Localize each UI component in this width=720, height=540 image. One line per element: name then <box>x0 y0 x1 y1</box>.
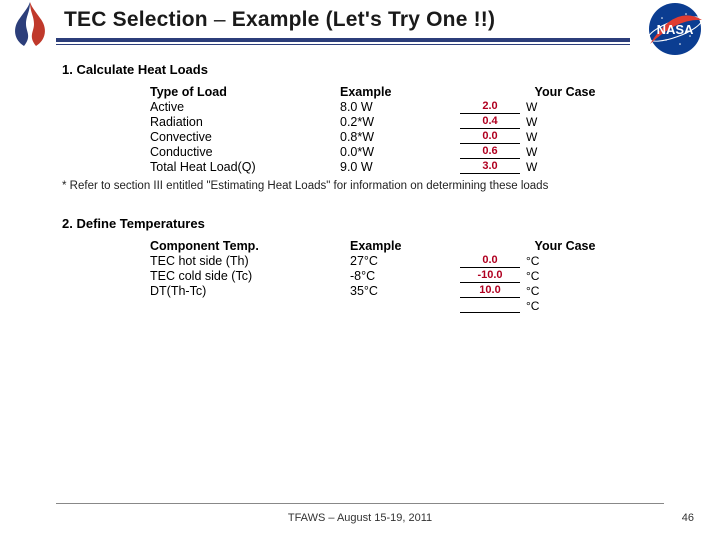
table-row: DT(Th-Tc) 35°C 10.0 °C <box>150 284 670 298</box>
unit-w: W <box>526 160 537 174</box>
load-label: Total Heat Load(Q) <box>150 160 340 174</box>
unit-w: W <box>526 145 537 159</box>
your-case-value[interactable]: 0.0 <box>460 130 520 144</box>
footnote: * Refer to section III entitled "Estimat… <box>62 180 720 192</box>
col-your-case: Your Case <box>460 85 670 99</box>
temp-label: TEC hot side (Th) <box>150 254 350 268</box>
page-number: 46 <box>682 512 694 524</box>
header-rule-thin <box>56 44 630 45</box>
unit-c: °C <box>526 299 539 313</box>
your-case-value[interactable] <box>460 299 520 313</box>
table-header: Component Temp. Example Your Case <box>150 239 670 253</box>
load-label: Active <box>150 100 340 114</box>
table-row: °C <box>150 299 670 313</box>
header: TEC Selection – Example (Let's Try One !… <box>0 0 720 48</box>
col-type: Type of Load <box>150 85 340 99</box>
load-example: 0.0*W <box>340 145 460 159</box>
table-header: Type of Load Example Your Case <box>150 85 670 99</box>
your-case-value[interactable]: 10.0 <box>460 284 520 298</box>
footer-text: TFAWS – August 15-19, 2011 <box>0 512 720 524</box>
slide-title: TEC Selection – Example (Let's Try One !… <box>64 8 495 32</box>
col-example: Example <box>350 239 460 253</box>
title-text-b: Example (Let's Try One !!) <box>226 8 495 31</box>
load-label: Radiation <box>150 115 340 129</box>
your-case-value[interactable]: 3.0 <box>460 160 520 174</box>
load-example: 9.0 W <box>340 160 460 174</box>
table-row: Conductive 0.0*W 0.6 W <box>150 145 670 159</box>
temp-your-case: °C <box>460 299 670 313</box>
svg-text:NASA: NASA <box>657 22 694 37</box>
load-example: 8.0 W <box>340 100 460 114</box>
load-label: Convective <box>150 130 340 144</box>
your-case-value[interactable]: 0.0 <box>460 254 520 268</box>
your-case-value[interactable]: 2.0 <box>460 100 520 114</box>
load-example: 0.2*W <box>340 115 460 129</box>
table-row: Total Heat Load(Q) 9.0 W 3.0 W <box>150 160 670 174</box>
section-heat-loads: 1. Calculate Heat Loads Type of Load Exa… <box>0 62 720 192</box>
unit-c: °C <box>526 254 539 268</box>
temp-your-case: 0.0 °C <box>460 254 670 268</box>
slide: TEC Selection – Example (Let's Try One !… <box>0 0 720 540</box>
section-temperatures: 2. Define Temperatures Component Temp. E… <box>0 216 720 313</box>
heat-loads-table: Type of Load Example Your Case Active 8.… <box>150 85 670 174</box>
table-row: TEC cold side (Tc) -8°C -10.0 °C <box>150 269 670 283</box>
nasa-logo: NASA <box>640 0 710 58</box>
table-row: TEC hot side (Th) 27°C 0.0 °C <box>150 254 670 268</box>
your-case-value[interactable]: -10.0 <box>460 269 520 283</box>
table-row: Active 8.0 W 2.0 W <box>150 100 670 114</box>
temp-label: TEC cold side (Tc) <box>150 269 350 283</box>
load-label: Conductive <box>150 145 340 159</box>
temperatures-table: Component Temp. Example Your Case TEC ho… <box>150 239 670 313</box>
temp-your-case: 10.0 °C <box>460 284 670 298</box>
unit-w: W <box>526 130 537 144</box>
your-case-value[interactable]: 0.4 <box>460 115 520 129</box>
table-row: Radiation 0.2*W 0.4 W <box>150 115 670 129</box>
temp-your-case: -10.0 °C <box>460 269 670 283</box>
header-rule-thick <box>56 38 630 42</box>
col-your-case: Your Case <box>460 239 670 253</box>
temp-example: 27°C <box>350 254 460 268</box>
footer-rule <box>56 503 664 504</box>
load-your-case: 0.0 W <box>460 130 670 144</box>
event-logo <box>6 0 54 48</box>
load-example: 0.8*W <box>340 130 460 144</box>
unit-w: W <box>526 115 537 129</box>
title-dash: – <box>214 8 226 31</box>
unit-c: °C <box>526 284 539 298</box>
load-your-case: 0.4 W <box>460 115 670 129</box>
section-1-title: 1. Calculate Heat Loads <box>62 62 720 77</box>
load-your-case: 2.0 W <box>460 100 670 114</box>
temp-label: DT(Th-Tc) <box>150 284 350 298</box>
temp-example: 35°C <box>350 284 460 298</box>
col-example: Example <box>340 85 460 99</box>
load-your-case: 0.6 W <box>460 145 670 159</box>
section-2-title: 2. Define Temperatures <box>62 216 720 231</box>
temp-example: -8°C <box>350 269 460 283</box>
unit-w: W <box>526 100 537 114</box>
your-case-value[interactable]: 0.6 <box>460 145 520 159</box>
title-text-a: TEC Selection <box>64 8 214 31</box>
load-your-case: 3.0 W <box>460 160 670 174</box>
col-component: Component Temp. <box>150 239 350 253</box>
table-row: Convective 0.8*W 0.0 W <box>150 130 670 144</box>
unit-c: °C <box>526 269 539 283</box>
